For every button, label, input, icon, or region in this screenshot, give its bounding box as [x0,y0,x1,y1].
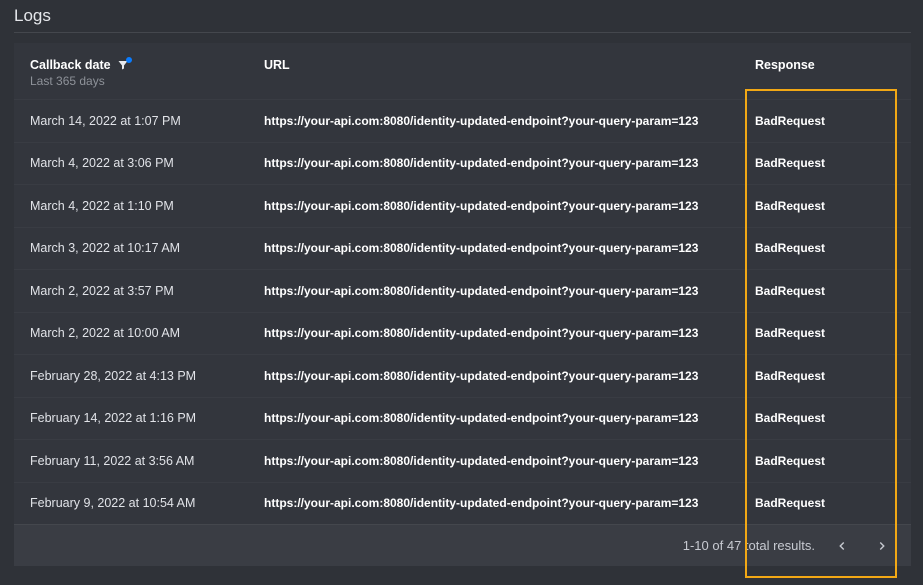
cell-callback-date: February 9, 2022 at 10:54 AM [30,496,264,510]
table-header-row: Callback date Last 365 days URL Response [14,43,911,99]
cell-response: BadRequest [755,284,895,298]
cell-url: https://your-api.com:8080/identity-updat… [264,156,755,170]
cell-callback-date: February 14, 2022 at 1:16 PM [30,411,264,425]
cell-response: BadRequest [755,411,895,425]
cell-url: https://your-api.com:8080/identity-updat… [264,114,755,128]
page-title: Logs [0,0,923,32]
table-row[interactable]: March 2, 2022 at 10:00 AMhttps://your-ap… [14,312,911,355]
chevron-left-icon [835,539,849,553]
logs-panel: Callback date Last 365 days URL Response… [14,32,911,572]
header-callback-date[interactable]: Callback date Last 365 days [30,57,264,88]
header-url-label: URL [264,58,290,72]
table-row[interactable]: February 14, 2022 at 1:16 PMhttps://your… [14,397,911,440]
table-row[interactable]: March 2, 2022 at 3:57 PMhttps://your-api… [14,269,911,312]
header-url[interactable]: URL [264,57,755,72]
cell-response: BadRequest [755,241,895,255]
cell-url: https://your-api.com:8080/identity-updat… [264,284,755,298]
cell-callback-date: March 4, 2022 at 3:06 PM [30,156,264,170]
header-callback-date-label: Callback date [30,58,111,72]
cell-response: BadRequest [755,199,895,213]
cell-response: BadRequest [755,369,895,383]
header-callback-date-sub: Last 365 days [30,74,264,88]
header-response-label: Response [755,58,815,72]
cell-callback-date: February 28, 2022 at 4:13 PM [30,369,264,383]
cell-callback-date: March 14, 2022 at 1:07 PM [30,114,264,128]
chevron-right-icon [875,539,889,553]
cell-callback-date: March 4, 2022 at 1:10 PM [30,199,264,213]
cell-url: https://your-api.com:8080/identity-updat… [264,454,755,468]
table-row[interactable]: March 4, 2022 at 1:10 PMhttps://your-api… [14,184,911,227]
cell-callback-date: February 11, 2022 at 3:56 AM [30,454,264,468]
cell-url: https://your-api.com:8080/identity-updat… [264,411,755,425]
cell-response: BadRequest [755,326,895,340]
cell-callback-date: March 2, 2022 at 10:00 AM [30,326,264,340]
table-row[interactable]: February 9, 2022 at 10:54 AMhttps://your… [14,482,911,525]
cell-url: https://your-api.com:8080/identity-updat… [264,369,755,383]
table-row[interactable]: March 3, 2022 at 10:17 AMhttps://your-ap… [14,227,911,270]
table-row[interactable]: February 11, 2022 at 3:56 AMhttps://your… [14,439,911,482]
cell-response: BadRequest [755,496,895,510]
table-row[interactable]: March 14, 2022 at 1:07 PMhttps://your-ap… [14,99,911,142]
cell-url: https://your-api.com:8080/identity-updat… [264,326,755,340]
cell-response: BadRequest [755,114,895,128]
cell-response: BadRequest [755,156,895,170]
cell-callback-date: March 2, 2022 at 3:57 PM [30,284,264,298]
cell-url: https://your-api.com:8080/identity-updat… [264,241,755,255]
cell-response: BadRequest [755,454,895,468]
cell-callback-date: March 3, 2022 at 10:17 AM [30,241,264,255]
next-page-button[interactable] [869,533,895,559]
filter-icon[interactable] [117,59,129,71]
table-body: March 14, 2022 at 1:07 PMhttps://your-ap… [14,99,911,524]
cell-url: https://your-api.com:8080/identity-updat… [264,496,755,510]
prev-page-button[interactable] [829,533,855,559]
table-footer: 1-10 of 47 total results. [14,524,911,566]
cell-url: https://your-api.com:8080/identity-updat… [264,199,755,213]
table-row[interactable]: March 4, 2022 at 3:06 PMhttps://your-api… [14,142,911,185]
logs-table: Callback date Last 365 days URL Response… [14,43,911,566]
pagination-summary: 1-10 of 47 total results. [683,538,815,553]
table-row[interactable]: February 28, 2022 at 4:13 PMhttps://your… [14,354,911,397]
filter-active-indicator [126,57,132,63]
header-response[interactable]: Response [755,57,895,72]
